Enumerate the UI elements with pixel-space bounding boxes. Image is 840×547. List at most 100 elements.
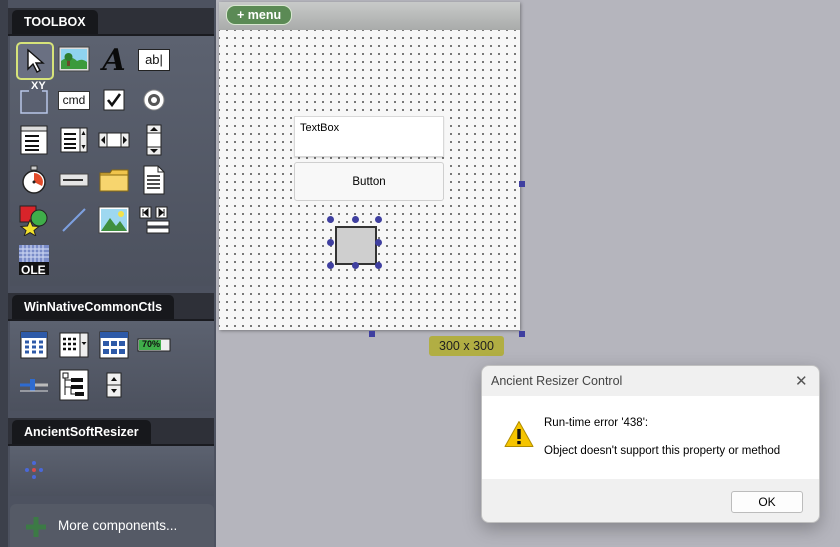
toolbox-resizer-controls xyxy=(10,446,214,496)
resize-handle-w[interactable] xyxy=(327,239,334,246)
more-components-button[interactable]: More components... xyxy=(10,504,214,547)
form-designer[interactable]: + menu TextBox Button xyxy=(219,2,520,330)
line-icon xyxy=(62,208,86,232)
resizer-tool[interactable] xyxy=(16,452,52,488)
pointer-arrow-icon xyxy=(27,48,45,73)
resize-handle-n[interactable] xyxy=(352,216,359,223)
resize-handle-se[interactable] xyxy=(375,262,382,269)
picture-landscape-icon xyxy=(58,46,90,72)
toolbox-panel: TOOLBOX A ab| XY cmd OLE WinNativeCommon… xyxy=(0,0,216,547)
textbox-ab-icon: ab| xyxy=(138,49,170,71)
commandbutton-tool[interactable]: cmd xyxy=(56,82,92,118)
updown-tool[interactable] xyxy=(96,367,132,403)
calendar-icon xyxy=(20,331,48,359)
file-document-icon xyxy=(143,165,165,195)
ole-tool[interactable]: OLE xyxy=(16,242,52,278)
resize-handle-nw[interactable] xyxy=(327,216,334,223)
form-resize-handle-e[interactable] xyxy=(519,181,525,187)
shapes-icon xyxy=(19,205,48,236)
image-mountain-icon xyxy=(98,206,130,234)
textbox-tool[interactable]: ab| xyxy=(136,42,172,78)
resize-handle-ne[interactable] xyxy=(375,216,382,223)
radio-button-icon xyxy=(143,89,165,111)
hscrollbar-tool[interactable] xyxy=(96,122,132,158)
timer-tool[interactable] xyxy=(16,162,52,198)
toolbox-standard-tools: A ab| XY cmd OLE xyxy=(10,36,214,286)
data-navigator-icon xyxy=(139,206,170,234)
frame-xy-label: XY xyxy=(31,80,46,92)
close-icon[interactable]: ✕ xyxy=(795,372,808,390)
vscrollbar-tool[interactable] xyxy=(136,122,172,158)
toolbox-header: TOOLBOX xyxy=(8,8,214,36)
label-tool[interactable]: A xyxy=(96,42,132,78)
error-message-text: Object doesn't support this property or … xyxy=(544,445,781,457)
vertical-scrollbar-icon xyxy=(146,124,162,156)
plus-icon xyxy=(26,517,46,537)
combobox-icon xyxy=(20,125,48,155)
listview-tool[interactable] xyxy=(96,327,132,363)
toolbox-edge xyxy=(0,0,8,547)
listbox-icon xyxy=(60,127,88,153)
drive-icon xyxy=(59,173,89,187)
stopwatch-timer-icon xyxy=(22,165,46,194)
section-header-winnativecommonctls: WinNativeCommonCtls xyxy=(8,293,214,321)
error-code-text: Run-time error '438': xyxy=(544,417,649,429)
slider-tool[interactable] xyxy=(16,367,52,403)
textbox-control[interactable]: TextBox xyxy=(294,116,444,157)
section-header-ancientsoftresizer: AncientSoftResizer xyxy=(8,418,214,446)
textbox-control-text: TextBox xyxy=(300,122,340,134)
slider-icon xyxy=(20,379,48,392)
dtpicker-tool[interactable] xyxy=(56,327,92,363)
resize-handle-sw[interactable] xyxy=(327,262,334,269)
label-a-icon: A xyxy=(102,42,126,78)
resize-handle-s[interactable] xyxy=(352,262,359,269)
dirlistbox-tool[interactable] xyxy=(96,162,132,198)
combobox-tool[interactable] xyxy=(16,122,52,158)
button-control[interactable]: Button xyxy=(294,162,444,201)
checkbox-tool[interactable] xyxy=(96,82,132,118)
data-control-tool[interactable] xyxy=(136,202,172,238)
warning-icon xyxy=(504,421,534,447)
grid-listview-icon xyxy=(99,331,129,359)
toolbox-title: TOOLBOX xyxy=(12,10,98,34)
treeview-tool[interactable] xyxy=(56,367,92,403)
more-components-label: More components... xyxy=(58,518,178,533)
image-tool[interactable] xyxy=(96,202,132,238)
form-menubar: + menu xyxy=(219,2,520,30)
horizontal-scrollbar-icon xyxy=(98,132,130,148)
toolbox-common-controls: 70% xyxy=(10,321,214,411)
ok-button[interactable]: OK xyxy=(731,491,803,513)
form-size-badge: 300 x 300 xyxy=(429,336,504,356)
command-button-icon: cmd xyxy=(58,90,90,110)
form-canvas[interactable]: TextBox Button xyxy=(219,30,520,330)
ole-label: OLE xyxy=(21,263,46,277)
dialog-content: Run-time error '438': Object doesn't sup… xyxy=(482,396,819,479)
filelistbox-tool[interactable] xyxy=(136,162,172,198)
dialog-title: Ancient Resizer Control xyxy=(491,374,623,388)
resizer-control[interactable] xyxy=(335,226,377,265)
form-resize-handle-se[interactable] xyxy=(519,331,525,337)
pointer-tool[interactable] xyxy=(16,42,54,80)
shape-tool[interactable] xyxy=(16,202,52,238)
optionbutton-tool[interactable] xyxy=(136,82,172,118)
monthview-tool[interactable] xyxy=(16,327,52,363)
date-picker-icon xyxy=(59,332,89,358)
resize-handle-e[interactable] xyxy=(375,239,382,246)
section-title-winnativecommonctls[interactable]: WinNativeCommonCtls xyxy=(12,295,175,319)
error-dialog: Ancient Resizer Control ✕ Run-time error… xyxy=(481,365,820,523)
progressbar-tool[interactable]: 70% xyxy=(136,327,172,363)
drivelistbox-tool[interactable] xyxy=(56,162,92,198)
checkbox-checked-icon xyxy=(103,89,125,111)
resize-handles-icon xyxy=(25,461,43,479)
form-resize-handle-s[interactable] xyxy=(369,331,375,337)
section-title-ancientsoftresizer[interactable]: AncientSoftResizer xyxy=(12,420,151,444)
menu-button[interactable]: + menu xyxy=(226,5,293,25)
progress-percent-label: 70% xyxy=(142,339,161,349)
frame-tool[interactable]: XY xyxy=(16,80,52,118)
treeview-icon xyxy=(59,369,89,401)
line-tool[interactable] xyxy=(56,202,92,238)
listbox-tool[interactable] xyxy=(56,122,92,158)
updown-spinner-icon xyxy=(106,372,122,398)
folder-icon xyxy=(99,169,129,192)
picturebox-tool[interactable] xyxy=(56,42,92,78)
